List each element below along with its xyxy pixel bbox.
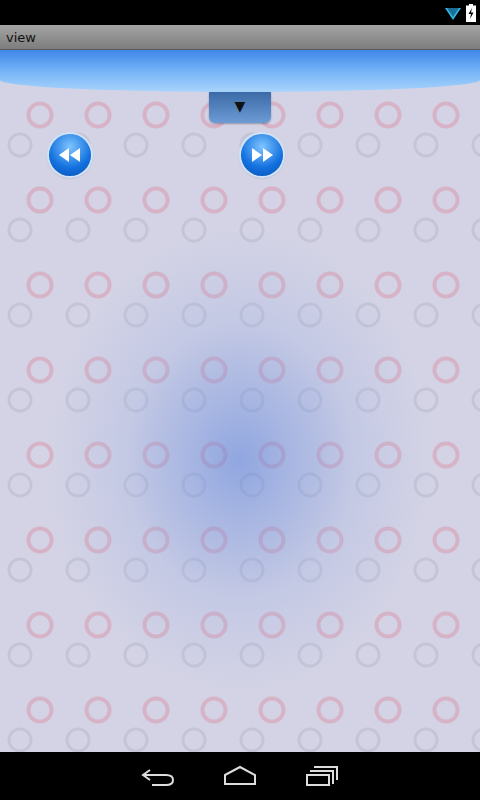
app-screen: view ▼ [0, 0, 480, 800]
window-title: view [6, 30, 36, 45]
rewind-button[interactable] [49, 134, 91, 176]
title-bar: view [0, 25, 480, 50]
seek-controls [0, 134, 480, 176]
fast-forward-button[interactable] [241, 134, 283, 176]
fast-forward-icon [249, 145, 275, 165]
back-icon[interactable] [140, 764, 176, 788]
down-arrow[interactable]: ▼ [235, 98, 246, 114]
pull-down-handle[interactable]: ▼ [209, 92, 271, 123]
content-area: ▼ [0, 80, 480, 752]
rewind-icon [57, 145, 83, 165]
header-bar [0, 50, 480, 92]
navigation-bar [0, 752, 480, 800]
battery-charging-icon [466, 4, 476, 22]
wifi-signal-icon [444, 4, 462, 22]
recent-apps-icon[interactable] [304, 764, 340, 788]
home-icon[interactable] [222, 764, 258, 788]
status-bar [0, 0, 480, 25]
